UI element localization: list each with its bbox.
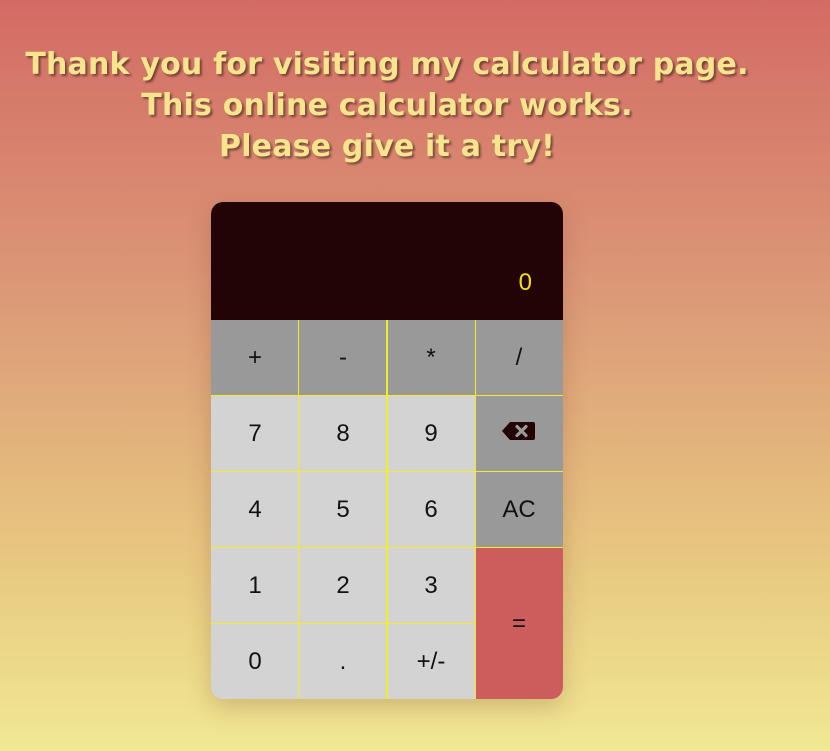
grid-divider bbox=[298, 320, 299, 699]
display-value: 0 bbox=[518, 269, 532, 296]
page-headline: Thank you for visiting my calculator pag… bbox=[0, 44, 774, 167]
headline-line-3: Please give it a try! bbox=[219, 129, 555, 164]
minus-button[interactable]: - bbox=[299, 320, 387, 396]
headline-line-1: Thank you for visiting my calculator pag… bbox=[25, 47, 749, 82]
divide-button[interactable]: / bbox=[475, 320, 563, 396]
digit-9-button[interactable]: 9 bbox=[387, 396, 475, 472]
calculator-display: 0 bbox=[211, 202, 563, 320]
digit-1-button[interactable]: 1 bbox=[211, 548, 299, 624]
decimal-point-button[interactable]: . bbox=[299, 624, 387, 699]
grid-divider bbox=[475, 320, 476, 699]
backspace-icon bbox=[502, 420, 536, 448]
all-clear-button[interactable]: AC bbox=[475, 472, 563, 548]
digit-3-button[interactable]: 3 bbox=[387, 548, 475, 624]
plus-button[interactable]: + bbox=[211, 320, 299, 396]
grid-divider bbox=[211, 547, 563, 548]
grid-divider bbox=[211, 471, 563, 472]
calculator: 0 + - * / 7 8 9 4 5 6 AC 1 2 3 = 0 . +/- bbox=[211, 202, 563, 699]
backspace-button[interactable] bbox=[475, 396, 563, 472]
grid-divider bbox=[386, 320, 388, 699]
digit-5-button[interactable]: 5 bbox=[299, 472, 387, 548]
multiply-button[interactable]: * bbox=[387, 320, 475, 396]
grid-divider bbox=[211, 623, 475, 624]
digit-8-button[interactable]: 8 bbox=[299, 396, 387, 472]
toggle-sign-button[interactable]: +/- bbox=[387, 624, 475, 699]
digit-4-button[interactable]: 4 bbox=[211, 472, 299, 548]
digit-7-button[interactable]: 7 bbox=[211, 396, 299, 472]
grid-divider bbox=[211, 395, 563, 396]
headline-line-2: This online calculator works. bbox=[141, 88, 633, 123]
equals-button[interactable]: = bbox=[475, 548, 563, 699]
digit-6-button[interactable]: 6 bbox=[387, 472, 475, 548]
digit-0-button[interactable]: 0 bbox=[211, 624, 299, 699]
digit-2-button[interactable]: 2 bbox=[299, 548, 387, 624]
